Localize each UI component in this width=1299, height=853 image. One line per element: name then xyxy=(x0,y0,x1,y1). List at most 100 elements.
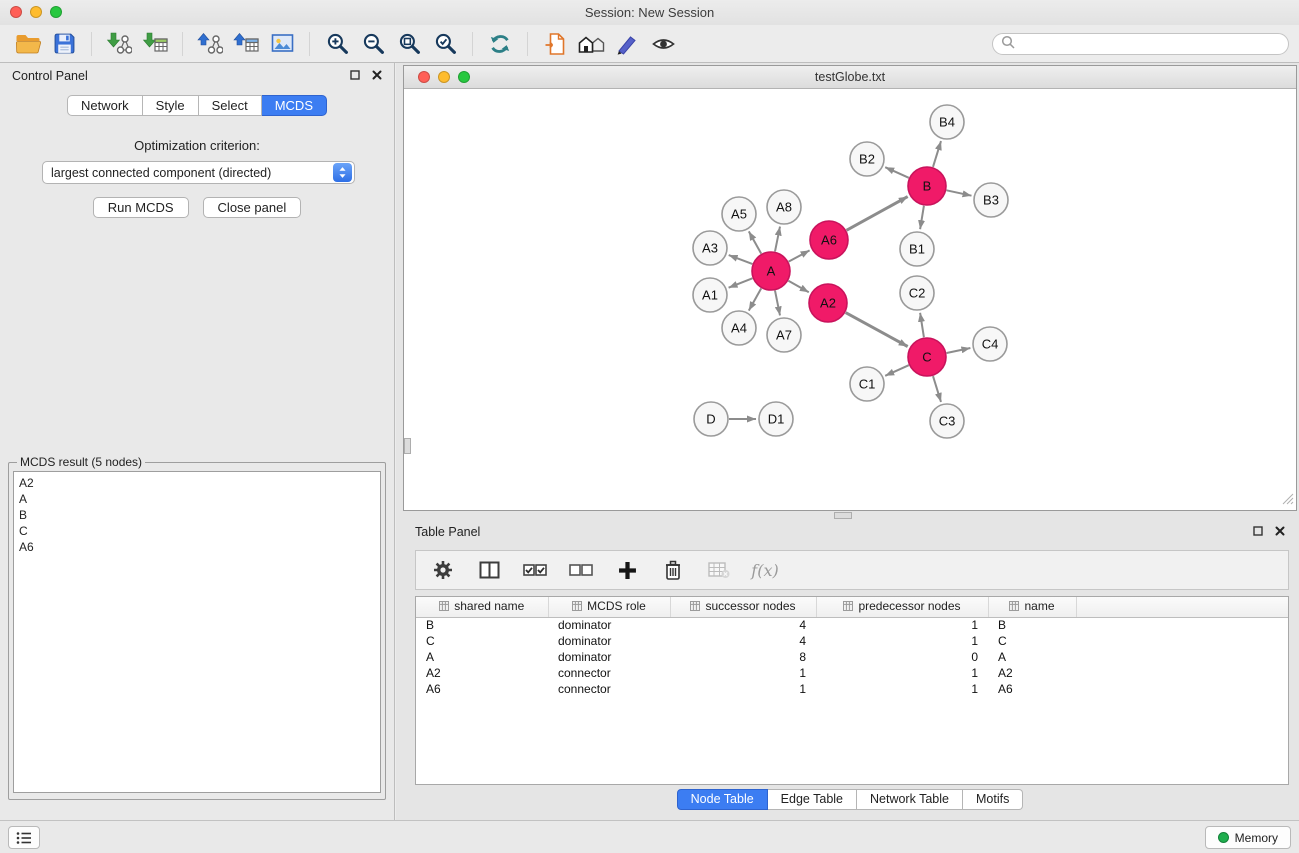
zoom-in-button[interactable] xyxy=(319,29,355,59)
annotations-button[interactable] xyxy=(609,29,645,59)
mcds-result-list[interactable]: A2ABCA6 xyxy=(13,471,381,793)
table-cell[interactable]: 1 xyxy=(816,617,988,633)
table-cell-filler[interactable] xyxy=(1076,681,1288,697)
graph-node[interactable]: C xyxy=(908,338,946,376)
splitter-handle[interactable] xyxy=(404,438,411,454)
add-column-button[interactable] xyxy=(614,557,640,583)
graph-node[interactable]: A1 xyxy=(693,278,727,312)
tab-motifs[interactable]: Motifs xyxy=(963,789,1023,810)
graph-node[interactable]: A2 xyxy=(809,284,847,322)
graph-edge[interactable] xyxy=(749,231,761,253)
graph-edge[interactable] xyxy=(729,255,753,264)
table-cell[interactable]: A6 xyxy=(988,681,1076,697)
graph-node[interactable]: A7 xyxy=(767,318,801,352)
function-builder-button[interactable]: f(x) xyxy=(752,557,778,583)
graph-edge[interactable] xyxy=(729,278,753,287)
close-panel-icon[interactable] xyxy=(372,69,382,83)
table-cell[interactable]: B xyxy=(416,617,548,633)
table-cell[interactable]: dominator xyxy=(548,617,670,633)
table-cell[interactable]: connector xyxy=(548,681,670,697)
select-all-button[interactable] xyxy=(522,557,548,583)
table-row[interactable]: Adominator80A xyxy=(416,649,1288,665)
float-panel-icon[interactable] xyxy=(350,69,360,83)
table-row[interactable]: Bdominator41B xyxy=(416,617,1288,633)
network-canvas[interactable]: B4B2BB3A8A5A6A3B1AC2A1A2A4A7C4CC1DD1C3 xyxy=(405,90,1295,509)
export-table-button[interactable] xyxy=(228,29,264,59)
table-cell-filler[interactable] xyxy=(1076,617,1288,633)
table-cell[interactable]: A xyxy=(416,649,548,665)
graph-node[interactable]: D xyxy=(694,402,728,436)
table-row[interactable]: A6connector11A6 xyxy=(416,681,1288,697)
table-cell-filler[interactable] xyxy=(1076,665,1288,681)
table-cell[interactable]: C xyxy=(988,633,1076,649)
splitter-handle[interactable] xyxy=(834,512,852,519)
graph-edge[interactable] xyxy=(789,250,810,261)
graph-node[interactable]: B4 xyxy=(930,105,964,139)
graph-node[interactable]: C4 xyxy=(973,327,1007,361)
graph-node[interactable]: B2 xyxy=(850,142,884,176)
table-cell[interactable]: 8 xyxy=(670,649,816,665)
import-table-button[interactable] xyxy=(137,29,173,59)
close-table-panel-icon[interactable] xyxy=(1275,525,1285,539)
column-header-mcds-role[interactable]: MCDS role xyxy=(548,597,670,617)
float-table-panel-icon[interactable] xyxy=(1253,525,1263,539)
graph-edge[interactable] xyxy=(920,206,924,229)
delete-column-button[interactable] xyxy=(660,557,686,583)
zoom-out-button[interactable] xyxy=(355,29,391,59)
table-cell[interactable]: 1 xyxy=(670,665,816,681)
graph-edge[interactable] xyxy=(885,365,909,376)
table-cell[interactable]: 1 xyxy=(670,681,816,697)
graph-edge[interactable] xyxy=(846,313,908,347)
graph-node[interactable]: D1 xyxy=(759,402,793,436)
show-hide-button[interactable] xyxy=(645,29,681,59)
table-cell[interactable]: 4 xyxy=(670,617,816,633)
show-columns-button[interactable] xyxy=(476,557,502,583)
table-settings-button[interactable] xyxy=(430,557,456,583)
graph-edge[interactable] xyxy=(885,167,909,178)
graph-edge[interactable] xyxy=(947,190,972,195)
table-cell[interactable]: 4 xyxy=(670,633,816,649)
save-session-button[interactable] xyxy=(46,29,82,59)
graph-node[interactable]: C3 xyxy=(930,404,964,438)
column-header-successor-nodes[interactable]: successor nodes xyxy=(670,597,816,617)
graph-node[interactable]: B1 xyxy=(900,232,934,266)
table-cell[interactable]: A2 xyxy=(416,665,548,681)
mcds-result-item[interactable]: C xyxy=(19,523,375,539)
mcds-result-item[interactable]: A2 xyxy=(19,475,375,491)
graph-edge[interactable] xyxy=(775,291,780,316)
column-header-predecessor-nodes[interactable]: predecessor nodes xyxy=(816,597,988,617)
graph-node[interactable]: A3 xyxy=(693,231,727,265)
memory-button[interactable]: Memory xyxy=(1205,826,1291,849)
graph-edge[interactable] xyxy=(920,313,924,337)
graph-edge[interactable] xyxy=(933,141,941,167)
table-row[interactable]: A2connector11A2 xyxy=(416,665,1288,681)
mcds-result-item[interactable]: B xyxy=(19,507,375,523)
tab-select[interactable]: Select xyxy=(199,95,262,116)
deselect-all-button[interactable] xyxy=(568,557,594,583)
zoom-fit-button[interactable] xyxy=(391,29,427,59)
table-row[interactable]: Cdominator41C xyxy=(416,633,1288,649)
tab-network[interactable]: Network xyxy=(67,95,143,116)
status-menu-button[interactable] xyxy=(8,826,40,849)
search-input[interactable] xyxy=(1020,37,1280,51)
column-header-name[interactable]: name xyxy=(988,597,1076,617)
import-network-button[interactable] xyxy=(101,29,137,59)
export-network-button[interactable] xyxy=(192,29,228,59)
graph-node[interactable]: C2 xyxy=(900,276,934,310)
tab-mcds[interactable]: MCDS xyxy=(262,95,327,116)
criterion-select[interactable]: largest connected component (directed) xyxy=(42,161,355,184)
graph-edge[interactable] xyxy=(749,288,761,310)
graph-node[interactable]: A4 xyxy=(722,311,756,345)
table-cell[interactable]: B xyxy=(988,617,1076,633)
table-cell[interactable]: A6 xyxy=(416,681,548,697)
open-session-button[interactable] xyxy=(10,29,46,59)
graph-node[interactable]: A5 xyxy=(722,197,756,231)
graph-node[interactable]: A xyxy=(752,252,790,290)
tab-edge-table[interactable]: Edge Table xyxy=(768,789,857,810)
close-panel-button[interactable]: Close panel xyxy=(203,197,302,218)
table-cell-filler[interactable] xyxy=(1076,633,1288,649)
clone-network-button[interactable] xyxy=(537,29,573,59)
table-cell[interactable]: 0 xyxy=(816,649,988,665)
graph-edge[interactable] xyxy=(933,376,941,402)
graph-node[interactable]: B3 xyxy=(974,183,1008,217)
